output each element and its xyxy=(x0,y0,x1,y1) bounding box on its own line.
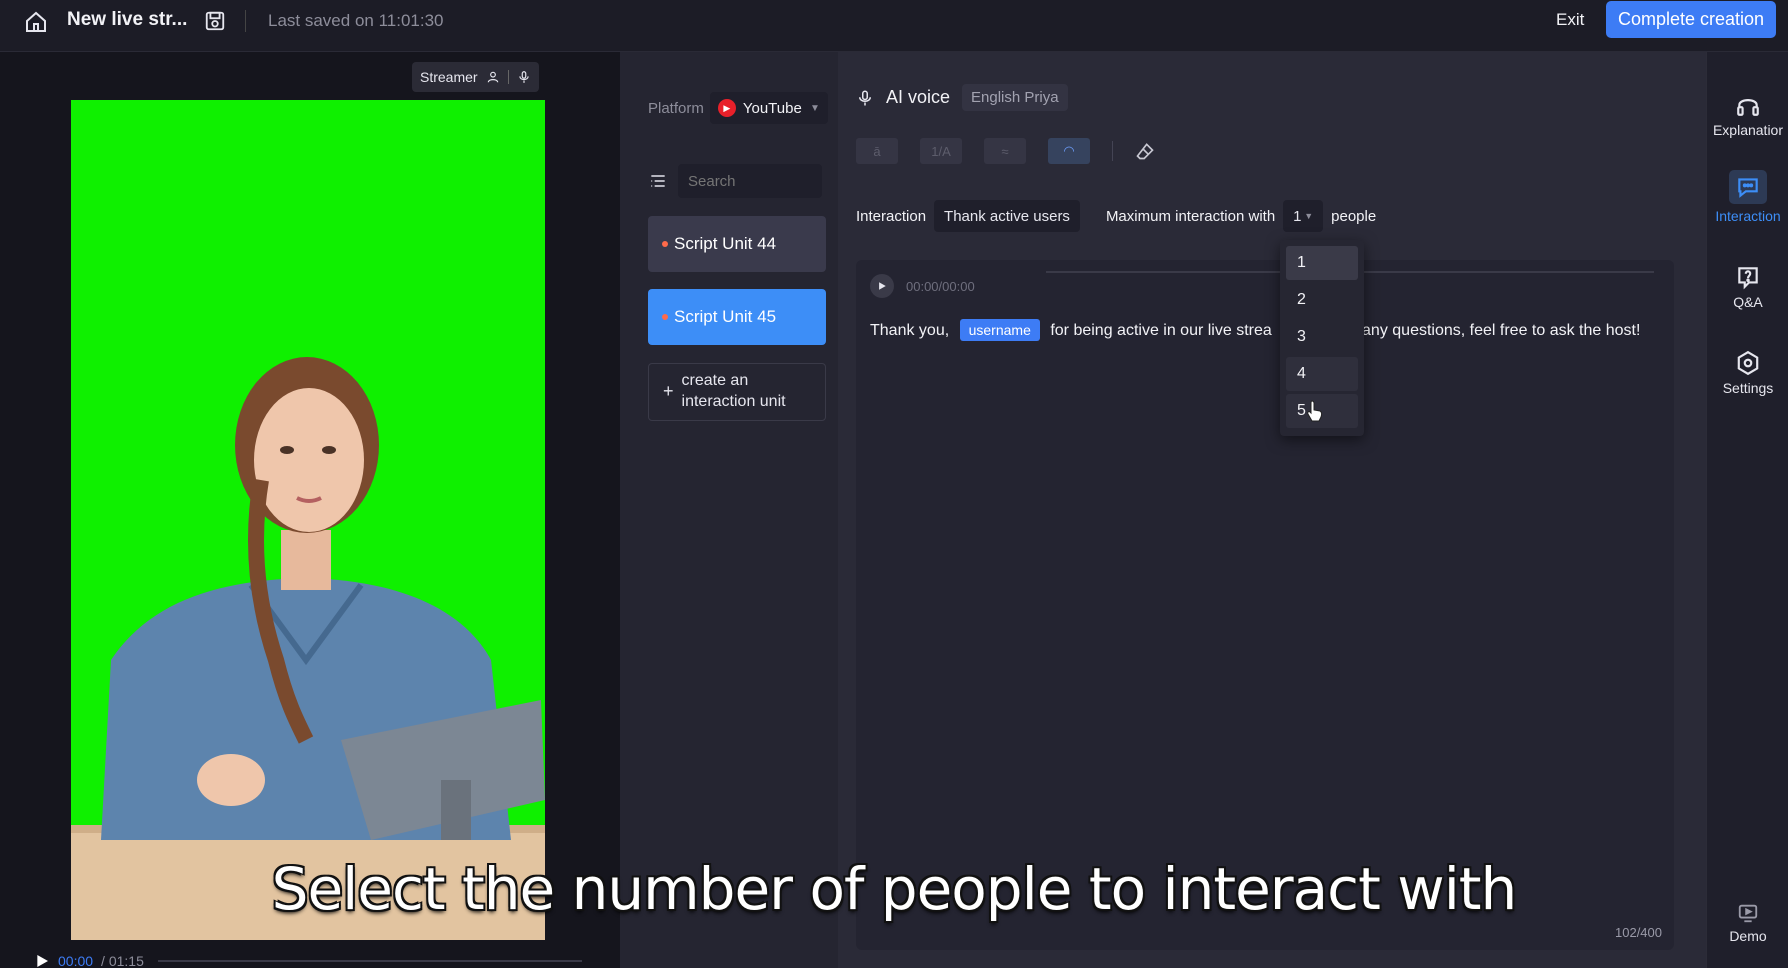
dropdown-option[interactable]: 4 xyxy=(1286,357,1358,391)
platform-value: YouTube xyxy=(742,99,802,117)
script-unit-45[interactable]: Script Unit 45 xyxy=(648,289,826,345)
nav-qa[interactable]: Q&A xyxy=(1707,264,1788,310)
dropdown-option[interactable]: 3 xyxy=(1286,320,1358,354)
mouse-pointer-icon xyxy=(1307,400,1323,422)
headphones-icon xyxy=(1737,99,1759,116)
create-label-line1: create an xyxy=(681,372,749,390)
script-text-editor[interactable]: 00:00/00:00 Thank you, username for bein… xyxy=(856,260,1674,950)
ai-voice-row: AI voice English Priya xyxy=(856,84,1068,111)
top-bar: New live str... Last saved on 11:01:30 E… xyxy=(0,0,1788,52)
pause-icon[interactable]: ≈ xyxy=(984,138,1026,164)
eraser-icon[interactable] xyxy=(1135,141,1155,161)
create-unit-label: create an interaction unit xyxy=(682,371,786,413)
dropdown-option[interactable]: 1 xyxy=(1286,246,1358,280)
alias-icon[interactable]: 1/A xyxy=(920,138,962,164)
plus-icon: + xyxy=(663,381,674,402)
interaction-settings-row: Interaction Thank active users Maximum i… xyxy=(856,200,1376,232)
avatar-canvas xyxy=(71,100,545,940)
max-interaction-select[interactable]: 1 ▼ xyxy=(1283,200,1324,232)
script-text-part: ve any questions, feel free to ask the h… xyxy=(1340,322,1641,339)
script-text[interactable]: Thank you, username for being active in … xyxy=(870,318,1674,343)
audio-preview-row: 00:00/00:00 xyxy=(870,274,975,298)
create-label-line2: interaction unit xyxy=(681,393,786,410)
preview-progress-track[interactable] xyxy=(157,960,582,962)
youtube-icon: ▶ xyxy=(717,99,736,117)
gear-icon xyxy=(1737,350,1759,376)
document-title[interactable]: New live str... xyxy=(67,9,187,31)
script-unit-44[interactable]: Script Unit 44 xyxy=(648,216,826,272)
question-icon xyxy=(1738,267,1758,290)
streamer-label: Streamer xyxy=(420,69,478,85)
nav-interaction-label: Interaction xyxy=(1715,208,1781,224)
nav-settings[interactable]: Settings xyxy=(1707,350,1788,396)
username-variable-tag[interactable]: username xyxy=(959,319,1040,341)
save-icon[interactable] xyxy=(204,10,226,32)
chevron-down-icon: ▼ xyxy=(1304,211,1314,221)
chip-divider xyxy=(507,70,509,84)
exit-button[interactable]: Exit xyxy=(1556,10,1584,30)
platform-dropdown[interactable]: ▶ YouTube ▼ xyxy=(709,92,828,124)
script-text-part: Thank you, xyxy=(870,322,950,339)
interaction-editor-panel: AI voice English Priya ā 1/A ≈ ◠ Interac… xyxy=(838,52,1706,968)
last-saved-text: Last saved on 11:01:30 xyxy=(268,11,444,30)
platform-selector: Platform ▶ YouTube ▼ xyxy=(648,92,828,124)
max-interaction-value: 1 xyxy=(1293,207,1302,225)
preview-playbar: 00:00 / 01:15 xyxy=(34,950,594,968)
unit-search-input[interactable] xyxy=(678,164,822,198)
nav-explanation[interactable]: Explanatior xyxy=(1707,92,1788,138)
total-time: / 01:15 xyxy=(101,953,144,968)
voice-name-chip[interactable]: English Priya xyxy=(962,84,1068,111)
streamer-chip[interactable]: Streamer xyxy=(412,62,539,92)
dropdown-option[interactable]: 2 xyxy=(1286,283,1358,317)
text-toolbar: ā 1/A ≈ ◠ xyxy=(856,138,1155,164)
nav-demo-label: Demo xyxy=(1729,928,1767,944)
chat-bubble-icon xyxy=(1738,178,1758,198)
person-icon xyxy=(487,71,498,83)
unit-label: Script Unit 45 xyxy=(674,307,777,326)
audio-time: 00:00/00:00 xyxy=(906,278,975,294)
interaction-label: Interaction xyxy=(856,207,927,225)
interaction-icon-box xyxy=(1729,170,1767,204)
toolbar-divider xyxy=(1112,141,1113,161)
microphone-icon xyxy=(859,90,871,105)
speed-gauge-icon[interactable]: ◠ xyxy=(1048,138,1090,164)
create-interaction-unit-button[interactable]: + create an interaction unit xyxy=(648,363,826,421)
people-label: people xyxy=(1331,207,1377,225)
unit-search-row xyxy=(648,164,822,198)
script-unit-column: Platform ▶ YouTube ▼ Script Unit 44 Scri… xyxy=(620,52,838,968)
interaction-type-select[interactable]: Thank active users xyxy=(934,200,1080,232)
nav-explanation-label: Explanatior xyxy=(1712,122,1784,138)
chevron-down-icon: ▼ xyxy=(809,102,820,114)
right-nav: Explanatior Interaction Q&A Settings Dem… xyxy=(1706,52,1788,968)
unit-status-dot xyxy=(662,314,668,320)
play-icon[interactable] xyxy=(34,953,50,968)
microphone-icon xyxy=(518,71,529,83)
character-count: 102/400 xyxy=(1615,925,1662,940)
audio-play-icon[interactable] xyxy=(870,274,894,298)
complete-creation-button[interactable]: Complete creation xyxy=(1606,1,1776,38)
nav-settings-label: Settings xyxy=(1722,380,1774,396)
unit-label: Script Unit 44 xyxy=(674,234,777,253)
unit-status-dot xyxy=(662,241,668,247)
platform-label: Platform xyxy=(648,99,704,117)
preview-panel: Streamer 00:00 / 01:15 xyxy=(0,52,620,968)
header-divider xyxy=(245,10,246,32)
script-text-part: for being active in our live strea xyxy=(1050,322,1272,339)
streamer-avatar xyxy=(71,357,545,940)
ai-voice-title: AI voice xyxy=(886,87,951,107)
nav-interaction[interactable]: Interaction xyxy=(1707,170,1788,224)
current-time: 00:00 xyxy=(58,953,94,968)
list-filter-icon[interactable] xyxy=(648,171,668,191)
video-caption: Select the number of people to interact … xyxy=(271,855,1518,923)
pronunciation-icon[interactable]: ā xyxy=(856,138,898,164)
home-icon[interactable] xyxy=(24,10,48,34)
nav-qa-label: Q&A xyxy=(1733,294,1763,310)
max-interaction-label: Maximum interaction with xyxy=(1105,207,1276,225)
